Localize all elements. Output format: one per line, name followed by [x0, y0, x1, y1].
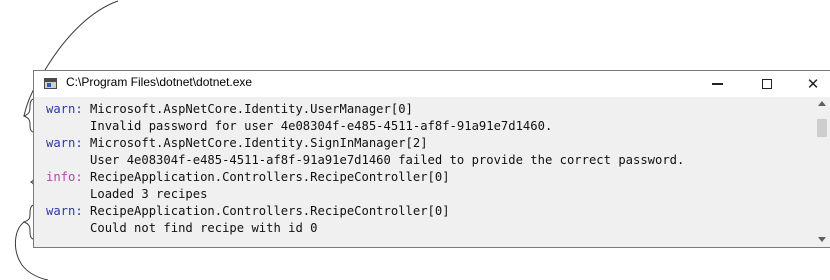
- log-line: Could not find recipe with id 0: [46, 220, 318, 237]
- maximize-button[interactable]: [744, 71, 790, 97]
- console-window: C:\Program Files\dotnet\dotnet.exe ✕ war…: [33, 70, 830, 248]
- scroll-up-icon[interactable]: [818, 101, 826, 106]
- log-text: RecipeApplication.Controllers.RecipeCont…: [82, 170, 450, 184]
- scroll-down-icon[interactable]: [818, 237, 826, 242]
- log-text: Loaded 3 recipes: [46, 187, 208, 201]
- title-bar[interactable]: C:\Program Files\dotnet\dotnet.exe ✕: [34, 71, 830, 97]
- log-line: warn: Microsoft.AspNetCore.Identity.User…: [46, 101, 413, 118]
- log-text: Could not find recipe with id 0: [46, 221, 318, 235]
- log-line: warn: RecipeApplication.Controllers.Reci…: [46, 203, 450, 220]
- log-text: Microsoft.AspNetCore.Identity.UserManage…: [82, 102, 413, 116]
- minimize-button[interactable]: [694, 71, 740, 97]
- log-level: info:: [46, 170, 83, 184]
- console-app-icon[interactable]: [44, 78, 57, 89]
- log-level: warn:: [46, 102, 83, 116]
- log-text: Invalid password for user 4e08304f-e485-…: [46, 119, 553, 133]
- log-text: RecipeApplication.Controllers.RecipeCont…: [82, 204, 450, 218]
- log-line: Loaded 3 recipes: [46, 186, 207, 203]
- log-level: warn:: [46, 204, 83, 218]
- log-line: Invalid password for user 4e08304f-e485-…: [46, 118, 552, 135]
- log-text: Microsoft.AspNetCore.Identity.SignInMana…: [82, 136, 428, 150]
- scroll-thumb[interactable]: [817, 119, 827, 137]
- log-line: warn: Microsoft.AspNetCore.Identity.Sign…: [46, 135, 428, 152]
- vertical-scrollbar[interactable]: [814, 97, 830, 247]
- window-title: C:\Program Files\dotnet\dotnet.exe: [66, 75, 253, 89]
- log-line: User 4e08304f-e485-4511-af8f-91a91e7d146…: [46, 152, 684, 169]
- close-button[interactable]: ✕: [790, 71, 830, 97]
- maximize-icon: [762, 79, 772, 89]
- minimize-icon: [711, 83, 723, 85]
- log-text: User 4e08304f-e485-4511-af8f-91a91e7d146…: [46, 153, 685, 167]
- close-icon: ✕: [806, 75, 820, 93]
- console-output[interactable]: warn: Microsoft.AspNetCore.Identity.User…: [34, 97, 814, 247]
- log-level: warn:: [46, 136, 83, 150]
- log-line: info: RecipeApplication.Controllers.Reci…: [46, 169, 450, 186]
